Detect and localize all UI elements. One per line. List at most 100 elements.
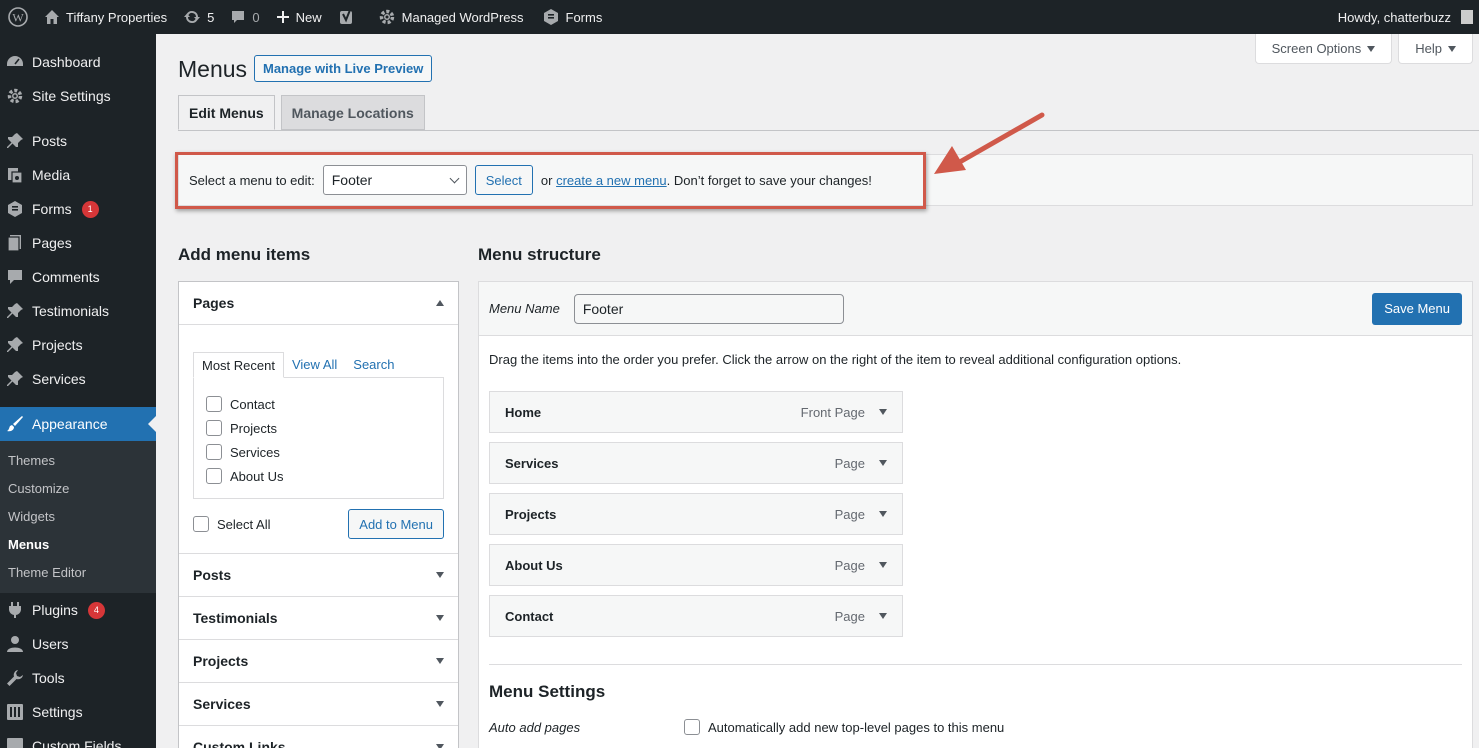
caret-down-icon (1448, 45, 1456, 52)
nav-tabs: Edit Menus Manage Locations (178, 95, 425, 130)
sidebar-item-projects[interactable]: Projects (0, 328, 156, 362)
tab-most-recent[interactable]: Most Recent (193, 352, 284, 378)
sidebar-item-theme-editor[interactable]: Theme Editor (0, 559, 156, 587)
collapse-arrow-icon (436, 300, 444, 306)
projects-section-header[interactable]: Projects (179, 640, 458, 683)
tab-manage-locations[interactable]: Manage Locations (280, 95, 425, 130)
sidebar-label-custom-fields: Custom Fields (32, 738, 122, 748)
sidebar-item-themes[interactable]: Themes (0, 447, 156, 475)
sidebar-item-menus[interactable]: Menus (0, 531, 156, 559)
menu-item-home[interactable]: Home Front Page (489, 391, 903, 433)
pages-checklist: Contact Projects Services About Us (193, 377, 444, 499)
menu-name-input[interactable]: Footer (573, 293, 844, 324)
page-checkbox[interactable] (206, 468, 222, 484)
forms-count-badge: 1 (81, 200, 99, 218)
sidebar-item-dashboard[interactable]: Dashboard (0, 45, 156, 79)
sidebar-item-media[interactable]: Media (0, 158, 156, 192)
pushpin-icon (7, 303, 23, 318)
comments-link[interactable]: 0 (222, 0, 267, 34)
new-content-link[interactable]: New (268, 0, 330, 34)
plus-icon (276, 11, 289, 23)
expand-arrow-icon[interactable] (879, 613, 887, 619)
sidebar-item-custom-fields[interactable]: Custom Fields (0, 729, 156, 748)
tabs-divider (178, 130, 1479, 131)
comment-icon (8, 270, 22, 284)
yoast-link[interactable] (330, 0, 364, 34)
yoast-icon (339, 9, 352, 24)
wordpress-logo-icon[interactable]: W (0, 0, 36, 34)
screen-meta-links: Screen Options Help (1254, 34, 1473, 64)
expand-arrow-icon[interactable] (879, 460, 887, 466)
sidebar-item-plugins[interactable]: Plugins 4 (0, 593, 156, 627)
forms-link[interactable]: Forms (534, 0, 611, 34)
my-account-link[interactable]: Howdy, chatterbuzz (1330, 0, 1479, 34)
expand-arrow-icon[interactable] (879, 409, 887, 415)
page-checkbox[interactable] (206, 444, 222, 460)
wrench-icon (7, 670, 23, 686)
tab-view-all[interactable]: View All (284, 351, 345, 377)
select-button[interactable]: Select (474, 165, 533, 195)
expand-arrow-icon[interactable] (879, 511, 887, 517)
sidebar-item-settings[interactable]: Settings (0, 695, 156, 729)
sidebar-item-pages[interactable]: Pages (0, 226, 156, 260)
sidebar-item-tools[interactable]: Tools (0, 661, 156, 695)
sidebar-label-tools: Tools (32, 670, 65, 686)
add-to-menu-button[interactable]: Add to Menu (348, 509, 444, 539)
sidebar-item-site-settings[interactable]: Site Settings (0, 79, 156, 113)
managed-wordpress-link[interactable]: Managed WordPress (370, 0, 532, 34)
page-checkbox[interactable] (206, 396, 222, 412)
updates-count: 5 (207, 9, 215, 25)
menu-item-services[interactable]: Services Page (489, 442, 903, 484)
page-label: Contact (230, 396, 275, 412)
menu-item-about-us[interactable]: About Us Page (489, 544, 903, 586)
site-name: Tiffany Properties (66, 9, 168, 25)
sidebar-item-forms[interactable]: Forms 1 (0, 192, 156, 226)
sidebar-item-users[interactable]: Users (0, 627, 156, 661)
site-name-link[interactable]: Tiffany Properties (36, 0, 175, 34)
sidebar-item-customize[interactable]: Customize (0, 475, 156, 503)
menu-select-dropdown[interactable]: Footer (322, 165, 467, 195)
annotation-arrow-icon (934, 112, 1045, 174)
settings-icon (7, 704, 23, 720)
menu-item-contact[interactable]: Contact Page (489, 595, 903, 637)
sidebar-label-users: Users (32, 636, 69, 652)
comments-count: 0 (252, 9, 260, 25)
custom-links-section-header[interactable]: Custom Links (179, 726, 458, 748)
sidebar-item-comments[interactable]: Comments (0, 260, 156, 294)
posts-section-header[interactable]: Posts (179, 554, 458, 597)
page-checkbox[interactable] (206, 420, 222, 436)
help-label: Help (1415, 41, 1442, 56)
auto-add-pages-row: Auto add pages Automatically add new top… (489, 715, 1089, 739)
plugins-count-badge: 4 (87, 601, 105, 619)
manage-live-preview-button[interactable]: Manage with Live Preview (254, 55, 433, 82)
sidebar-item-testimonials[interactable]: Testimonials (0, 294, 156, 328)
pages-section-header[interactable]: Pages (179, 282, 458, 325)
pages-section-body: Most Recent View All Search Contact Proj… (179, 325, 458, 554)
avatar (1461, 10, 1473, 24)
help-button[interactable]: Help (1398, 34, 1473, 64)
screen-options-button[interactable]: Screen Options (1254, 34, 1393, 64)
sidebar-label-forms: Forms (32, 201, 72, 217)
sidebar-item-widgets[interactable]: Widgets (0, 503, 156, 531)
sidebar-item-services[interactable]: Services (0, 362, 156, 396)
tab-edit-menus[interactable]: Edit Menus (178, 95, 275, 130)
sidebar-item-posts[interactable]: Posts (0, 124, 156, 158)
services-section-header[interactable]: Services (179, 683, 458, 726)
menu-items-list: Home Front Page Services Page Projects Page… (489, 391, 903, 646)
save-menu-button[interactable]: Save Menu (1372, 292, 1462, 325)
sidebar-item-appearance[interactable]: Appearance (0, 407, 156, 441)
expand-arrow-icon[interactable] (879, 562, 887, 568)
screen-options-label: Screen Options (1271, 41, 1362, 56)
testimonials-section-header[interactable]: Testimonials (179, 597, 458, 640)
pushpin-icon (7, 371, 23, 386)
sidebar-label-pages: Pages (32, 235, 72, 251)
create-new-menu-link[interactable]: create a new menu (556, 173, 667, 188)
refresh-icon (184, 10, 201, 24)
updates-link[interactable]: 5 (175, 0, 222, 34)
auto-add-checkbox[interactable] (684, 719, 700, 735)
expand-arrow-icon (436, 572, 444, 578)
menu-item-projects[interactable]: Projects Page (489, 493, 903, 535)
auto-add-option: Automatically add new top-level pages to… (684, 715, 1004, 739)
select-all-checkbox[interactable] (193, 516, 209, 532)
tab-search[interactable]: Search (345, 351, 402, 377)
